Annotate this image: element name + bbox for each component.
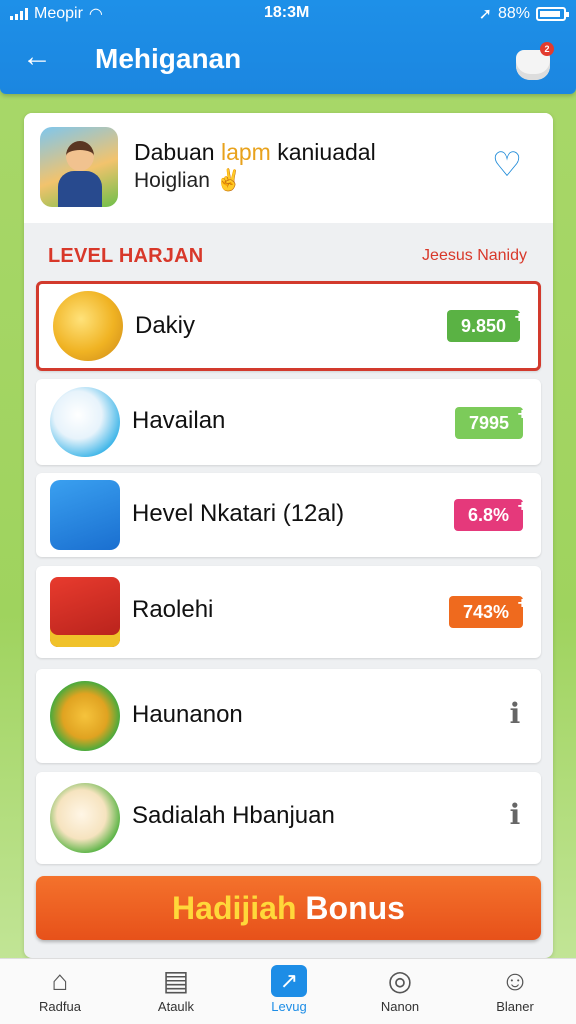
list-item-raolehi[interactable]: Raolehi 743% (36, 566, 541, 658)
list-item-label: Dakiy (135, 312, 196, 339)
nav-profile[interactable]: ☺ Blaner (465, 965, 565, 1021)
info-icon[interactable]: i (505, 798, 525, 831)
nav-label: Ataulk (157, 999, 195, 1014)
back-button[interactable]: ← (22, 42, 56, 74)
section-link[interactable]: Jeesus Nanidy (422, 247, 527, 265)
list-item-hevel[interactable]: Hevel Nkatari (12al) 6.8% (36, 473, 541, 557)
profile-name-suffix: kaniuadal (270, 139, 376, 165)
chart-icon: ↗ (271, 965, 307, 997)
list-item-label: Raolehi (132, 596, 214, 623)
status-right: ➚ 88% (478, 4, 569, 24)
status-bar: Meopir ◠ 18:3M ➚ 88% (0, 2, 576, 24)
battery-icon (536, 7, 569, 21)
profile-name: Dabuan lapm kaniuadal (134, 139, 376, 166)
info-icon[interactable]: i (505, 697, 525, 730)
list-item-havailan[interactable]: Havailan 7995 (36, 379, 541, 465)
bonus-rest: Bonus (296, 890, 405, 926)
value-badge: 9.850 (446, 302, 524, 342)
list-item-haunanon[interactable]: Haunanon i (36, 669, 541, 763)
bottom-nav: ⌂ Radfua ▤ Ataulk ↗ Levug ◎ Nanon ☺ Blan… (0, 958, 576, 1024)
nav-label: Nanon (380, 999, 420, 1014)
section-title: LEVEL HARJAN (48, 245, 204, 267)
profile-card[interactable]: Dabuan lapm kaniuadal Hoiglian ✌ ♡ (24, 113, 553, 223)
signal-icon (10, 8, 28, 20)
value-badge: 743% (448, 588, 527, 628)
wallet-icon (50, 480, 120, 550)
carrier-label: Meopir (34, 5, 83, 22)
nav-label: Radfua (39, 999, 81, 1014)
news-icon: ▤ (162, 965, 190, 996)
list-item-label: Hevel Nkatari (12al) (132, 500, 345, 527)
profile-name-highlight: lapm (220, 139, 271, 165)
battery-label: 88% (497, 5, 530, 22)
gift-icon (50, 681, 120, 751)
home-icon: ⌂ (51, 965, 69, 996)
nav-home[interactable]: ⌂ Radfua (10, 965, 110, 1021)
avatar-face (66, 141, 94, 171)
avatar (40, 127, 118, 207)
content-panel: Dabuan lapm kaniuadal Hoiglian ✌ ♡ LEVEL… (24, 113, 553, 958)
arrow-left-icon: ← (22, 40, 52, 73)
bonus-button[interactable]: Hadijiah Bonus (36, 876, 541, 940)
bird-icon (50, 387, 120, 457)
value-badge: 6.8% (453, 491, 527, 531)
list-item-dakiy[interactable]: Dakiy 9.850 (36, 281, 541, 371)
bonus-highlight: Hadijiah (172, 890, 297, 926)
value-badge: 7995 (454, 399, 527, 439)
profile-icon: ☺ (500, 965, 530, 996)
list-item-label: Havailan (132, 407, 226, 434)
page-title: Mehiganan (95, 43, 242, 74)
chick-icon (50, 783, 120, 853)
nav-levels[interactable]: ↗ Levug (239, 965, 339, 1021)
clock: 18:3M (264, 4, 310, 21)
profile-name-prefix: Dabuan (134, 139, 221, 165)
alert-icon: ◎ (387, 965, 413, 996)
list-item-label: Haunanon (132, 701, 243, 728)
status-left: Meopir ◠ (10, 4, 103, 24)
top-bar: Meopir ◠ 18:3M ➚ 88% ← Mehiganan 2 (0, 0, 576, 94)
nav-news[interactable]: ▤ Ataulk (126, 965, 226, 1021)
profile-subtitle: Hoiglian ✌ (134, 169, 242, 192)
heart-icon[interactable]: ♡ (489, 147, 525, 183)
wifi-icon: ◠ (88, 6, 103, 23)
location-icon: ➚ (478, 6, 492, 23)
nav-label: Levug (271, 999, 307, 1014)
coin-icon (53, 291, 123, 361)
list-item-sadialah[interactable]: Sadialah Hbanjuan i (36, 772, 541, 864)
chest-icon (50, 577, 120, 647)
notification-button[interactable]: 2 (514, 42, 554, 82)
notification-badge: 2 (540, 42, 554, 56)
nav-alerts[interactable]: ◎ Nanon (350, 965, 450, 1021)
avatar-body (58, 171, 102, 207)
list-item-label: Sadialah Hbanjuan (132, 802, 335, 829)
nav-label: Blaner (496, 999, 534, 1014)
